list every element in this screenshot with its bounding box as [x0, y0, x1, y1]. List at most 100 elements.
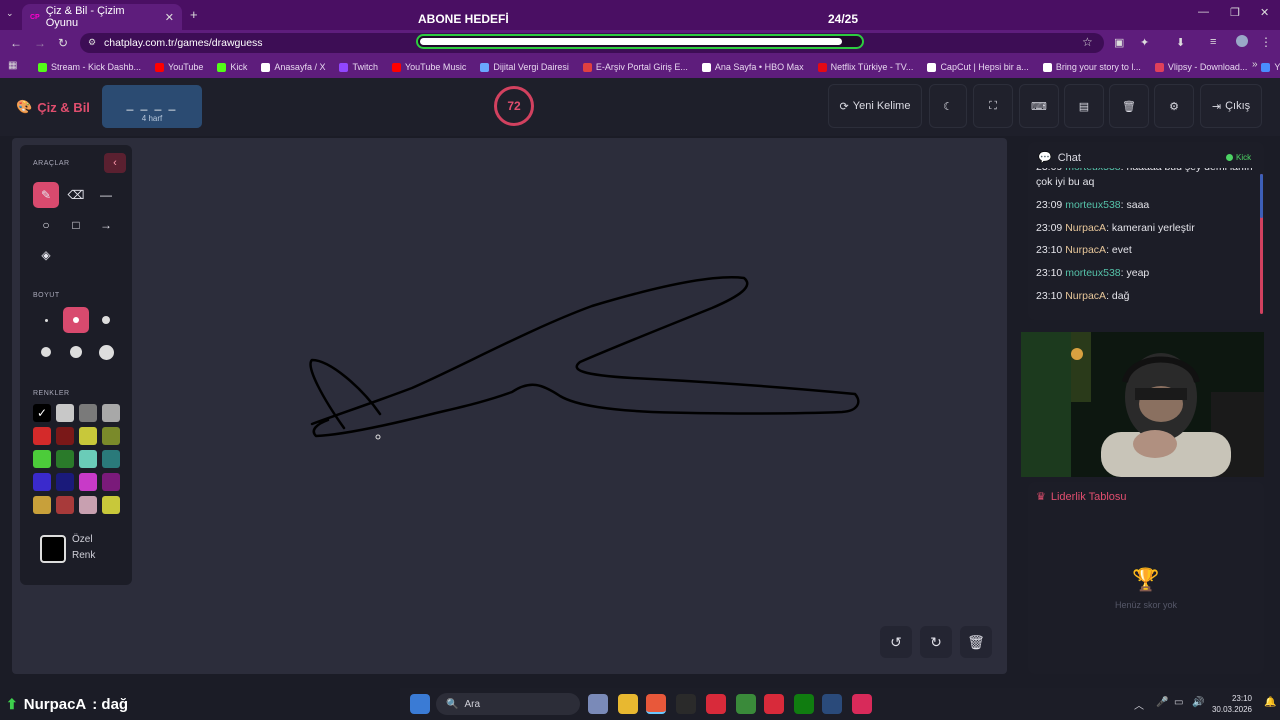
windows-start-icon[interactable] [410, 694, 430, 714]
back-icon[interactable]: ← [10, 36, 22, 50]
color-swatch[interactable] [79, 473, 97, 491]
bookmark-item[interactable]: Vlipsy - Download... [1154, 62, 1247, 72]
pen-tool[interactable]: ✎ [33, 182, 59, 208]
tab-close-icon[interactable]: ✕ [165, 11, 174, 24]
color-swatch[interactable] [33, 496, 51, 514]
bookmark-item[interactable]: YouTube Music [391, 62, 466, 72]
bookmark-item[interactable]: Twitch [339, 62, 378, 72]
theme-toggle-button[interactable]: ☾ [929, 84, 967, 128]
app-icon-dark-red[interactable] [764, 694, 784, 714]
size-option-6[interactable] [93, 339, 119, 365]
xbox-app-icon[interactable] [794, 694, 814, 714]
archive-button[interactable]: ▤ [1064, 84, 1104, 128]
chat-scrollbar-thumb[interactable] [1260, 174, 1263, 218]
file-explorer-icon[interactable] [618, 694, 638, 714]
app-logo[interactable]: 🎨 Çiz & Bil [16, 99, 90, 115]
color-swatch-selected[interactable]: ✓ [33, 404, 51, 422]
fill-tool[interactable]: ◈ [33, 242, 59, 268]
rectangle-tool[interactable]: □ [63, 212, 89, 238]
line-tool[interactable]: — [93, 182, 119, 208]
network-icon[interactable]: ▭ [1174, 697, 1183, 708]
app-icon-pink[interactable] [852, 694, 872, 714]
extension-icon[interactable]: ▣ [1114, 36, 1124, 49]
bookmark-item[interactable]: YouTube [155, 62, 203, 72]
tray-chevron-icon[interactable]: ︿ [1134, 697, 1144, 712]
collapse-panel-button[interactable]: ‹ [104, 153, 126, 173]
chat-messages[interactable]: 23:09 morteux538: haaaaa bud şey demi la… [1036, 168, 1258, 318]
color-swatch[interactable] [56, 450, 74, 468]
bookmark-item[interactable]: YTMP3 - Free YouTu... [1261, 62, 1280, 72]
bookmark-item[interactable]: Bring your story to l... [1042, 62, 1141, 72]
size-option-5[interactable] [63, 339, 89, 365]
circle-tool[interactable]: ○ [33, 212, 59, 238]
bookmark-item[interactable]: Stream - Kick Dashb... [38, 62, 141, 72]
bookmark-item[interactable]: Anasayfa / X [261, 62, 325, 72]
size-option-3[interactable] [93, 307, 119, 333]
taskbar-clock[interactable]: 23:10 30.03.2026 [1208, 693, 1252, 715]
profile-avatar[interactable] [1236, 35, 1248, 47]
close-window-icon[interactable]: ✕ [1260, 6, 1269, 19]
color-swatch[interactable] [33, 427, 51, 445]
menu-icon[interactable]: ⋮ [1260, 35, 1272, 49]
color-swatch[interactable] [102, 450, 120, 468]
maximize-icon[interactable]: ❐ [1230, 6, 1240, 19]
delete-button[interactable]: 🗑 [1109, 84, 1149, 128]
size-option-1[interactable] [33, 307, 59, 333]
new-tab-icon[interactable]: + [190, 7, 198, 22]
color-swatch[interactable] [102, 473, 120, 491]
color-swatch[interactable] [102, 404, 120, 422]
app-icon-red[interactable] [706, 694, 726, 714]
site-info-icon[interactable]: ⚙ [88, 37, 96, 48]
clear-canvas-button[interactable]: 🗑 [960, 626, 992, 658]
bookmark-item[interactable]: CapCut | Hepsi bir a... [927, 62, 1029, 72]
color-swatch[interactable] [33, 450, 51, 468]
color-swatch[interactable] [102, 496, 120, 514]
volume-icon[interactable]: 🔊 [1192, 697, 1204, 708]
reload-icon[interactable]: ↻ [58, 36, 68, 50]
bookmark-star-icon[interactable]: ☆ [1082, 35, 1093, 49]
color-swatch[interactable] [56, 496, 74, 514]
minimize-icon[interactable]: — [1198, 6, 1209, 18]
tab-search-icon[interactable]: ⌄ [6, 8, 14, 19]
redo-button[interactable]: ↻ [920, 626, 952, 658]
color-swatch[interactable] [56, 427, 74, 445]
color-swatch[interactable] [79, 496, 97, 514]
bookmark-item[interactable]: Netflix Türkiye - TV... [817, 62, 913, 72]
more-bookmarks-icon[interactable]: » [1252, 59, 1258, 70]
microphone-icon[interactable]: 🎤 [1156, 697, 1168, 708]
bookmark-item[interactable]: E-Arşiv Portal Giriş E... [582, 62, 688, 72]
downloads-icon[interactable]: ⬇ [1176, 36, 1185, 49]
undo-button[interactable]: ↺ [880, 626, 912, 658]
fullscreen-button[interactable]: ⛶ [973, 84, 1013, 128]
settings-button[interactable]: ⚙ [1154, 84, 1194, 128]
obs-icon[interactable] [676, 694, 696, 714]
puzzle-icon[interactable]: ✦ [1140, 36, 1149, 49]
color-swatch[interactable] [56, 473, 74, 491]
apps-grid-icon[interactable]: ▦ [8, 60, 17, 71]
color-swatch[interactable] [79, 450, 97, 468]
bookmark-item[interactable]: Kick [217, 62, 247, 72]
taskbar-search[interactable]: 🔍 Ara [436, 693, 580, 715]
bookmark-item[interactable]: Dijital Vergi Dairesi [480, 62, 569, 72]
exit-button[interactable]: ⇥ Çıkış [1200, 84, 1262, 128]
color-swatch[interactable] [79, 427, 97, 445]
arrow-tool[interactable]: → [93, 212, 119, 238]
forward-icon[interactable]: → [34, 36, 46, 50]
browser-tab[interactable]: CP Çiz & Bil - Çizim Oyunu ✕ [22, 4, 182, 30]
notification-icon[interactable]: 🔔 [1264, 697, 1276, 708]
eraser-tool[interactable]: ⌫ [63, 182, 89, 208]
color-swatch[interactable] [102, 427, 120, 445]
new-word-button[interactable]: ⟳ Yeni Kelime [828, 84, 922, 128]
media-icon[interactable]: ≡ [1210, 36, 1216, 48]
xbox-icon[interactable] [736, 694, 756, 714]
keyboard-button[interactable]: ⌨ [1019, 84, 1059, 128]
color-swatch[interactable] [33, 473, 51, 491]
steam-icon[interactable] [822, 694, 842, 714]
size-option-2[interactable] [63, 307, 89, 333]
settings-app-icon[interactable] [588, 694, 608, 714]
custom-color-picker[interactable] [40, 535, 66, 563]
chrome-icon[interactable] [646, 694, 666, 714]
color-swatch[interactable] [79, 404, 97, 422]
size-option-4[interactable] [33, 339, 59, 365]
bookmark-item[interactable]: Ana Sayfa • HBO Max [701, 62, 804, 72]
